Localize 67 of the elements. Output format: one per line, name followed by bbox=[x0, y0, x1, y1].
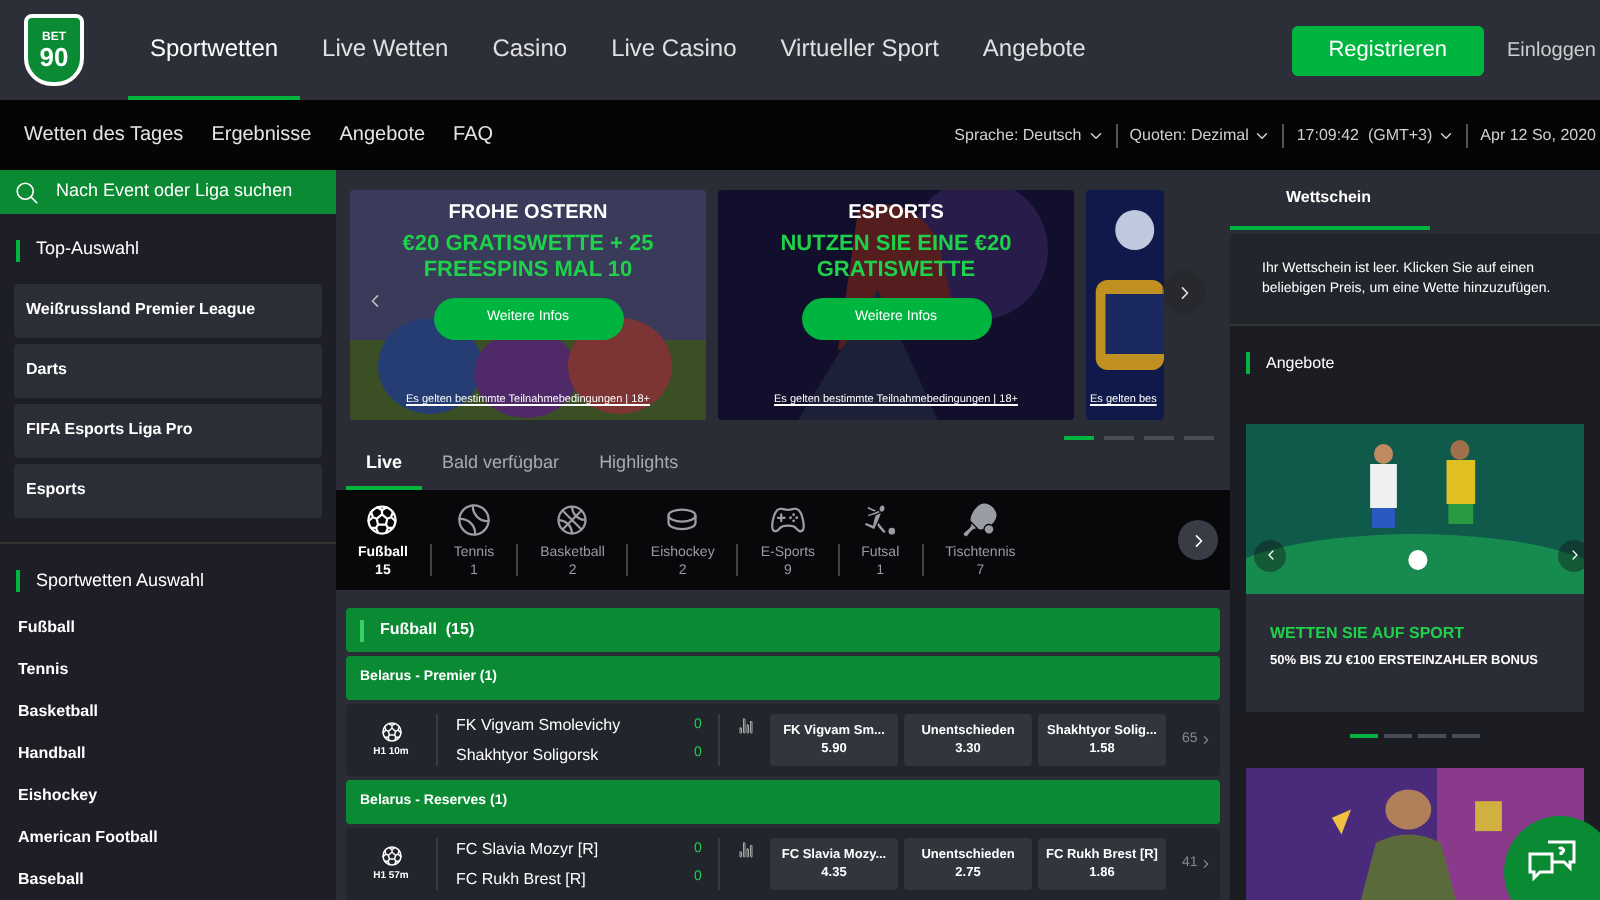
sport-link[interactable]: Baseball bbox=[0, 858, 336, 900]
chat-bubbles-icon bbox=[1526, 838, 1578, 886]
carousel-next-button[interactable] bbox=[1558, 539, 1584, 572]
stats-icon[interactable] bbox=[735, 842, 755, 858]
tab[interactable]: Bald verfügbar bbox=[422, 442, 580, 490]
team-name: Shakhtyor Soligorsk bbox=[456, 743, 601, 767]
scroll-right-button[interactable] bbox=[1178, 520, 1218, 560]
logo-number: 90 bbox=[39, 43, 69, 69]
nav-tab[interactable]: Virtueller Sport bbox=[758, 0, 961, 100]
chevron-left-icon bbox=[1263, 548, 1277, 563]
betslip-tab[interactable]: Wettschein bbox=[1230, 170, 1430, 230]
search-icon bbox=[14, 179, 40, 206]
promo-title: WETTEN SIE AUF SPORT bbox=[1268, 621, 1467, 646]
section-title: Fußball (15) bbox=[380, 618, 475, 642]
chevron-down-icon bbox=[1254, 127, 1271, 143]
nav-tab[interactable]: Live Casino bbox=[589, 0, 759, 100]
section-title: Angebote bbox=[1266, 351, 1335, 376]
settings-dropdown[interactable]: Quoten: Dezimal bbox=[1117, 123, 1283, 147]
sport-link[interactable]: Fußball bbox=[0, 606, 336, 648]
ping-pong-bat-icon bbox=[962, 501, 999, 537]
subnav-link[interactable]: FAQ bbox=[453, 120, 494, 150]
banner-title: FROHE OSTERN bbox=[448, 200, 608, 228]
basketball-icon bbox=[554, 501, 591, 537]
carousel-next-button[interactable] bbox=[1162, 270, 1206, 314]
team-name: FK Vigvam Smolevichy bbox=[456, 713, 623, 737]
nav-tab[interactable]: Casino bbox=[470, 0, 590, 100]
carousel-prev-button[interactable] bbox=[1254, 539, 1286, 572]
team-name: FC Slavia Mozyr [R] bbox=[456, 837, 601, 861]
football-icon bbox=[379, 719, 403, 744]
tennis-ball-icon bbox=[456, 501, 492, 537]
top-item[interactable]: FIFA Esports Liga Pro bbox=[14, 403, 322, 458]
banner-headline: NUTZEN SIE EINE €20 GRATISWETTE bbox=[778, 232, 1014, 286]
top-item[interactable]: Weißrussland Premier League bbox=[14, 283, 322, 338]
sport-link[interactable]: American Football bbox=[0, 816, 336, 858]
chevron-right-icon bbox=[1199, 858, 1212, 870]
chevron-right-icon bbox=[1199, 734, 1212, 746]
banner-headline: €20 GRATISWETTE + 25 FREESPINS MAL 10 bbox=[400, 232, 656, 286]
sport-link[interactable]: Handball bbox=[0, 732, 336, 774]
section-header[interactable]: Fußball (15) bbox=[346, 608, 1220, 652]
team-name: FC Rukh Brest [R] bbox=[456, 867, 588, 891]
settings-dropdown[interactable]: 17:09:42 (GMT+3) bbox=[1284, 123, 1467, 147]
chevron-down-icon bbox=[1438, 127, 1455, 143]
kicking-player-icon bbox=[862, 501, 899, 537]
sport-link[interactable]: Tennis bbox=[0, 648, 336, 690]
sport-link[interactable]: Eishockey bbox=[0, 774, 336, 816]
subnav-link[interactable]: Ergebnisse bbox=[211, 120, 312, 150]
search-placeholder: Nach Event oder Liga suchen bbox=[56, 178, 293, 205]
nav-tab[interactable]: Live Wetten bbox=[300, 0, 471, 100]
tab[interactable]: Highlights bbox=[579, 442, 699, 490]
subnav-link[interactable]: Angebote bbox=[339, 120, 426, 150]
banner-title: ESPORTS bbox=[848, 200, 944, 228]
subnav-link[interactable]: Wetten des Tages bbox=[24, 120, 184, 150]
football-icon bbox=[379, 843, 403, 868]
login-link[interactable]: Einloggen bbox=[1507, 35, 1596, 65]
top-item[interactable]: Darts bbox=[14, 343, 322, 398]
section-title: Sportwetten Auswahl bbox=[36, 567, 205, 594]
stats-icon[interactable] bbox=[735, 718, 755, 734]
sport-link[interactable]: Basketball bbox=[0, 690, 336, 732]
date-text: Apr 12 So, 2020 bbox=[1478, 123, 1596, 147]
chevron-right-icon bbox=[1567, 548, 1581, 563]
section-title: Top-Auswahl bbox=[36, 236, 140, 263]
settings-dropdown[interactable]: Sprache: Deutsch bbox=[942, 123, 1116, 147]
football-icon bbox=[364, 501, 401, 537]
chevron-down-icon bbox=[1087, 127, 1104, 143]
top-item[interactable]: Esports bbox=[14, 463, 322, 518]
search-field[interactable]: Nach Event oder Liga suchen bbox=[0, 170, 336, 215]
nav-tab[interactable]: Angebote bbox=[960, 0, 1108, 100]
